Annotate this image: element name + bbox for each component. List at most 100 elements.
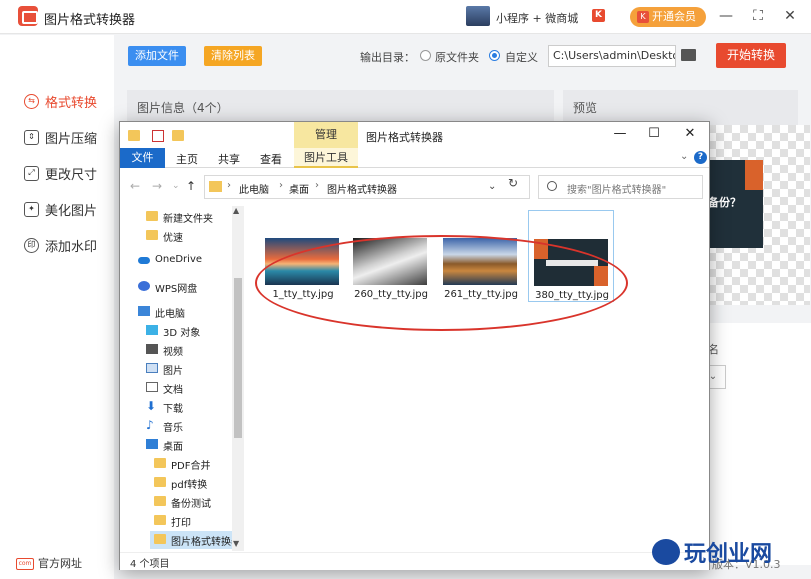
- folder-icon: [154, 477, 166, 487]
- nav-label: 下载: [163, 404, 183, 415]
- properties-icon[interactable]: [152, 130, 164, 142]
- desktop-icon: [146, 439, 158, 449]
- tab-view[interactable]: 查看: [260, 151, 282, 167]
- explorer-minimize-button[interactable]: —: [610, 126, 630, 144]
- folder-icon: [154, 458, 166, 468]
- browse-folder-icon[interactable]: [681, 49, 696, 61]
- explorer-maximize-button[interactable]: ☐: [644, 126, 664, 144]
- address-dropdown-icon[interactable]: ⌄: [488, 181, 496, 192]
- tab-home[interactable]: 主页: [176, 151, 198, 167]
- nav-label: 桌面: [163, 442, 183, 453]
- nav-item-image-converter[interactable]: 图片格式转换器: [150, 531, 241, 549]
- nav-label: 视频: [163, 347, 183, 358]
- sidebar-item-label: 更改尺寸: [45, 168, 98, 183]
- music-icon: ♪: [146, 418, 154, 432]
- watermark-text: 玩创业网: [684, 542, 773, 567]
- nav-label: 音乐: [163, 423, 183, 434]
- recent-dropdown-icon[interactable]: ⌄: [172, 181, 180, 191]
- ribbon-expand-icon[interactable]: ⌄: [680, 151, 688, 162]
- nav-label: 图片: [163, 366, 183, 377]
- breadcrumb-separator: ›: [279, 180, 283, 191]
- refresh-icon[interactable]: ↻: [508, 176, 518, 190]
- sidebar-item-label: 美化图片: [45, 204, 98, 219]
- radio-custom[interactable]: [489, 50, 500, 61]
- output-path-input[interactable]: C:\Users\admin\Deskto: [548, 45, 676, 67]
- vip-button[interactable]: K 开通会员: [630, 7, 706, 27]
- preview-title: 预览: [573, 101, 598, 115]
- search-input[interactable]: 搜索"图片格式转换器": [538, 175, 703, 199]
- preview-image: 备份？: [706, 160, 763, 248]
- breadcrumb-separator: ›: [315, 180, 319, 191]
- k-logo-icon[interactable]: K: [592, 9, 605, 22]
- nav-label: WPS网盘: [155, 284, 198, 295]
- sidebar: ⇆ 格式转换 ⇕ 图片压缩 ⤢ 更改尺寸 ✦ 美化图片 印 添加水印: [0, 35, 114, 579]
- file-explorer-dialog: 管理 图片格式转换器 — ☐ ✕ 文件 主页 共享 查看 图片工具 ⌄ ? ← …: [119, 121, 710, 570]
- watermark-icon: 印: [24, 238, 39, 253]
- nav-label: 3D 对象: [163, 328, 201, 339]
- preview-image-text: 备份？: [708, 196, 741, 209]
- wps-cloud-icon: [138, 281, 150, 291]
- start-convert-button[interactable]: 开始转换: [716, 43, 786, 68]
- nav-label: 打印: [171, 518, 191, 529]
- format-convert-icon: ⇆: [24, 94, 39, 109]
- mini-program-link[interactable]: 小程序 + 微商城: [496, 10, 578, 26]
- vip-icon: K: [637, 11, 649, 23]
- sidebar-item-label: 添加水印: [45, 240, 98, 255]
- nav-label: OneDrive: [155, 254, 203, 265]
- nav-scrollbar[interactable]: ▲ ▼: [232, 206, 244, 551]
- folder-icon: [209, 181, 222, 192]
- nav-label: PDF合并: [171, 461, 211, 472]
- ribbon: 文件 主页 共享 查看 图片工具 ⌄ ?: [120, 148, 709, 168]
- item-count: 4 个项目: [130, 559, 170, 570]
- radio-custom-label: 自定义: [505, 51, 538, 64]
- up-arrow-icon[interactable]: ↑: [186, 179, 196, 193]
- title-bar: 图片格式转换器 小程序 + 微商城 K K 开通会员 — ⛶ ✕: [0, 0, 811, 34]
- close-button[interactable]: ✕: [780, 6, 800, 26]
- document-icon: [146, 382, 158, 392]
- help-icon[interactable]: ?: [694, 151, 707, 164]
- address-box[interactable]: › 此电脑 › 桌面 › 图片格式转换器 ⌄: [204, 175, 530, 199]
- add-file-button[interactable]: 添加文件: [128, 46, 186, 66]
- forward-arrow-icon[interactable]: →: [152, 179, 162, 193]
- folder-icon: [154, 515, 166, 525]
- output-dir-label: 输出目录：: [360, 51, 415, 64]
- official-site-link[interactable]: com 官方网址: [16, 555, 82, 571]
- breadcrumb-this-pc[interactable]: 此电脑: [239, 181, 269, 196]
- tab-file[interactable]: 文件: [120, 148, 165, 168]
- tab-picture-tools[interactable]: 图片工具: [294, 148, 358, 168]
- video-icon: [146, 344, 158, 354]
- scroll-up-icon[interactable]: ▲: [233, 206, 239, 215]
- mini-program-thumbnail[interactable]: [466, 6, 490, 26]
- breadcrumb-desktop[interactable]: 桌面: [289, 181, 309, 196]
- minimize-button[interactable]: —: [716, 6, 736, 26]
- manage-tab[interactable]: 管理: [294, 122, 358, 148]
- computer-icon: [138, 306, 150, 316]
- onedrive-icon: [138, 257, 150, 264]
- nav-label: 优速: [163, 233, 183, 244]
- maximize-button[interactable]: ⛶: [748, 6, 768, 26]
- tab-share[interactable]: 共享: [218, 151, 240, 167]
- highlight-ellipse: [255, 235, 628, 331]
- folder-icon: [154, 496, 166, 506]
- status-bar: 4 个项目: [120, 552, 709, 570]
- scroll-thumb[interactable]: [234, 278, 242, 438]
- folder-icon: [146, 211, 158, 221]
- scroll-down-icon[interactable]: ▼: [233, 539, 239, 548]
- breadcrumb-current[interactable]: 图片格式转换器: [327, 181, 397, 196]
- watermark-logo-icon: [652, 539, 680, 565]
- website-icon: com: [16, 558, 34, 570]
- app-logo-icon: [18, 6, 38, 26]
- nav-label: 备份测试: [171, 499, 211, 510]
- search-placeholder: 搜索"图片格式转换器": [567, 185, 667, 196]
- back-arrow-icon[interactable]: ←: [130, 179, 140, 193]
- new-folder-icon[interactable]: [172, 130, 184, 141]
- nav-label: 文档: [163, 385, 183, 396]
- radio-original-folder[interactable]: [420, 50, 431, 61]
- explorer-title: 图片格式转换器: [366, 131, 443, 144]
- clear-list-button[interactable]: 清除列表: [204, 46, 262, 66]
- explorer-close-button[interactable]: ✕: [680, 126, 700, 144]
- compress-icon: ⇕: [24, 130, 39, 145]
- address-bar-row: ← → ⌄ ↑ › 此电脑 › 桌面 › 图片格式转换器 ⌄ ↻ 搜索"图片格式…: [120, 172, 709, 202]
- pictures-icon: [146, 363, 158, 373]
- folder-icon[interactable]: [128, 130, 140, 141]
